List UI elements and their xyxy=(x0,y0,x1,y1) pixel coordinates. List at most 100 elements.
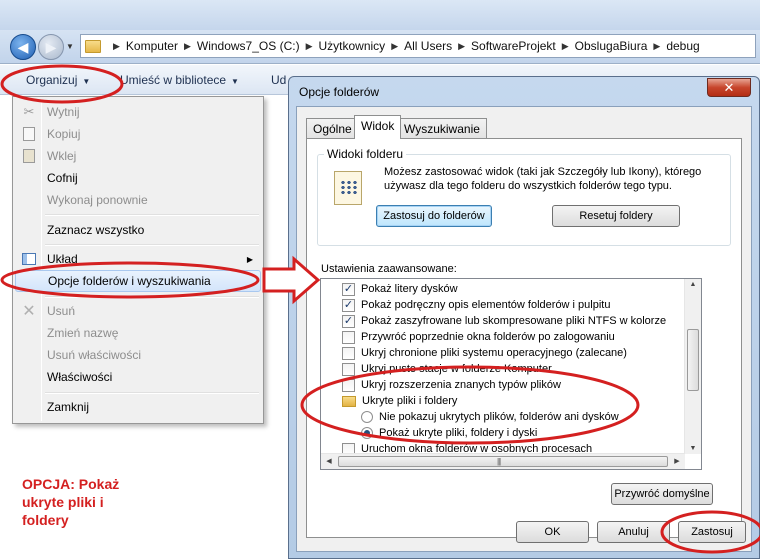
chevron-right-icon[interactable]: ▶ xyxy=(306,41,313,52)
breadcrumb-item[interactable]: Użytkownicy xyxy=(319,39,386,53)
menu-item-label: Opcje folderów i wyszukiwania xyxy=(48,274,211,288)
checkbox-checked[interactable]: ✓ xyxy=(342,314,355,328)
organize-label: Organizuj xyxy=(26,73,78,87)
setting-hide-empty-drives[interactable]: Ukryj puste stacje w folderze Komputer xyxy=(342,361,552,377)
menu-item-cut[interactable]: ✂ Wytnij xyxy=(15,101,261,123)
setting-label: Ukryj chronione pliki systemu operacyjne… xyxy=(361,347,627,359)
vertical-scrollbar[interactable]: ▲ ▼ xyxy=(684,279,701,454)
breadcrumb-item[interactable]: Windows7_OS (C:) xyxy=(197,39,300,53)
include-in-library-button[interactable]: Umieść w bibliotece ▼ xyxy=(120,73,239,87)
setting-hide-protected-files[interactable]: Ukryj chronione pliki systemu operacyjne… xyxy=(342,345,627,361)
checkbox-unchecked[interactable] xyxy=(342,346,355,360)
checkbox-checked[interactable]: ✓ xyxy=(342,298,355,312)
breadcrumb-item[interactable]: debug xyxy=(666,39,699,53)
menu-item-select-all[interactable]: Zaznacz wszystko xyxy=(15,219,261,241)
delete-icon: ✕ xyxy=(22,303,36,320)
menu-item-layout[interactable]: Układ ▶ xyxy=(15,248,261,270)
menu-item-undo[interactable]: Cofnij xyxy=(15,167,261,189)
tab-view[interactable]: Widok xyxy=(354,115,402,139)
setting-hidden-files-group: Ukryte pliki i foldery xyxy=(342,393,457,409)
menu-item-rename[interactable]: Zmień nazwę xyxy=(15,322,261,344)
breadcrumb-item[interactable]: ObslugaBiura xyxy=(575,39,648,53)
setting-show-hidden[interactable]: Pokaż ukryte pliki, foldery i dyski xyxy=(361,425,537,441)
folder-icon xyxy=(85,39,101,53)
paste-icon xyxy=(23,149,35,163)
chevron-right-icon[interactable]: ▶ xyxy=(562,41,569,52)
menu-item-copy[interactable]: Kopiuj xyxy=(15,123,261,145)
annotation-text: OPCJA: Pokaż ukryte pliki i foldery xyxy=(22,476,120,528)
checkbox-checked[interactable]: ✓ xyxy=(342,282,355,296)
dialog-title: Opcje folderów xyxy=(299,85,380,99)
menu-item-delete[interactable]: ✕ Usuń xyxy=(15,300,261,322)
setting-label: Pokaż podręczny opis elementów folderów … xyxy=(361,299,611,311)
radio-unselected[interactable] xyxy=(361,411,373,423)
chevron-right-icon[interactable]: ▶ xyxy=(113,41,120,52)
menu-item-folder-options[interactable]: Opcje folderów i wyszukiwania xyxy=(15,270,261,292)
chevron-right-icon[interactable]: ▶ xyxy=(653,41,660,52)
setting-show-drive-letters[interactable]: ✓ Pokaż litery dysków xyxy=(342,281,458,297)
setting-show-encrypted-color[interactable]: ✓ Pokaż zaszyfrowane lub skompresowane p… xyxy=(342,313,666,329)
menu-item-remove-properties[interactable]: Usuń właściwości xyxy=(15,344,261,366)
close-button[interactable]: ✕ xyxy=(707,78,751,97)
back-button[interactable]: ◀ xyxy=(10,34,36,60)
menu-separator xyxy=(45,214,259,216)
address-bar[interactable]: ▶ Komputer ▶ Windows7_OS (C:) ▶ Użytkown… xyxy=(80,34,756,58)
menu-separator xyxy=(45,392,259,394)
scroll-right-icon[interactable]: ▶ xyxy=(669,457,685,465)
forward-button[interactable]: ▶ xyxy=(38,34,64,60)
menu-item-label: Układ xyxy=(47,252,78,266)
menu-item-properties[interactable]: Właściwości xyxy=(15,366,261,388)
menu-item-redo[interactable]: Wykonaj ponownie xyxy=(15,189,261,211)
organize-button[interactable]: Organizuj ▼ xyxy=(26,73,90,87)
folder-views-title: Widoki folderu xyxy=(324,147,407,161)
setting-show-popup-descriptions[interactable]: ✓ Pokaż podręczny opis elementów folderó… xyxy=(342,297,610,313)
chevron-right-icon[interactable]: ▶ xyxy=(184,41,191,52)
menu-item-label: Cofnij xyxy=(47,171,78,185)
chevron-right-icon[interactable]: ▶ xyxy=(458,41,465,52)
tab-search[interactable]: Wyszukiwanie xyxy=(397,118,487,138)
scrollbar-thumb[interactable] xyxy=(687,329,699,391)
restore-defaults-button[interactable]: Przywróć domyślne xyxy=(611,483,713,505)
breadcrumb-item[interactable]: Komputer xyxy=(126,39,178,53)
cancel-button[interactable]: Anuluj xyxy=(597,521,670,543)
checkbox-unchecked[interactable] xyxy=(342,378,355,392)
menu-item-label: Wytnij xyxy=(47,105,80,119)
explorer-titlebar xyxy=(0,0,760,30)
apply-button[interactable]: Zastosuj xyxy=(678,521,746,543)
reset-folders-button[interactable]: Resetuj foldery xyxy=(552,205,680,227)
share-button[interactable]: Ud xyxy=(271,73,286,87)
setting-label: Pokaż ukryte pliki, foldery i dyski xyxy=(379,427,538,439)
setting-dont-show-hidden[interactable]: Nie pokazuj ukrytych plików, folderów an… xyxy=(361,409,619,425)
checkbox-unchecked[interactable] xyxy=(342,330,355,344)
apply-to-folders-button[interactable]: Zastosuj do folderów xyxy=(376,205,492,227)
radio-selected[interactable] xyxy=(361,427,373,439)
navigation-pane[interactable] xyxy=(0,96,12,450)
folder-icon xyxy=(342,395,356,407)
scroll-left-icon[interactable]: ◀ xyxy=(321,457,337,465)
history-dropdown-icon[interactable]: ▼ xyxy=(66,42,74,51)
breadcrumb-item[interactable]: All Users xyxy=(404,39,452,53)
breadcrumb-item[interactable]: SoftwareProjekt xyxy=(471,39,556,53)
setting-label: Ukryj puste stacje w folderze Komputer xyxy=(361,363,552,375)
scroll-down-icon[interactable]: ▼ xyxy=(685,445,701,452)
setting-restore-windows[interactable]: Przywróć poprzednie okna folderów po zal… xyxy=(342,329,615,345)
checkbox-unchecked[interactable] xyxy=(342,362,355,376)
advanced-settings-tree[interactable]: ✓ Pokaż litery dysków ✓ Pokaż podręczny … xyxy=(320,278,702,470)
menu-item-paste[interactable]: Wklej xyxy=(15,145,261,167)
menu-item-label: Wklej xyxy=(47,149,77,163)
menu-item-label: Właściwości xyxy=(47,370,113,384)
tab-general[interactable]: Ogólne xyxy=(306,118,359,138)
setting-label: Pokaż litery dysków xyxy=(361,283,458,295)
chevron-right-icon[interactable]: ▶ xyxy=(391,41,398,52)
navigation-bar: ◀ ▶ ▼ ▶ Komputer ▶ Windows7_OS (C:) ▶ Uż… xyxy=(0,30,760,64)
scrollbar-thumb[interactable]: ||| xyxy=(338,456,668,467)
horizontal-scrollbar[interactable]: ◀ ||| ▶ xyxy=(321,453,685,469)
ok-button[interactable]: OK xyxy=(516,521,589,543)
setting-hide-extensions[interactable]: Ukryj rozszerzenia znanych typów plików xyxy=(342,377,561,393)
chevron-down-icon: ▼ xyxy=(82,77,91,86)
scroll-up-icon[interactable]: ▲ xyxy=(685,281,701,288)
setting-label: Nie pokazuj ukrytych plików, folderów an… xyxy=(379,411,619,423)
folder-views-group: Widoki folderu Możesz zastosować widok (… xyxy=(317,147,731,246)
menu-item-label: Wykonaj ponownie xyxy=(47,193,148,207)
menu-item-close[interactable]: Zamknij xyxy=(15,396,261,418)
